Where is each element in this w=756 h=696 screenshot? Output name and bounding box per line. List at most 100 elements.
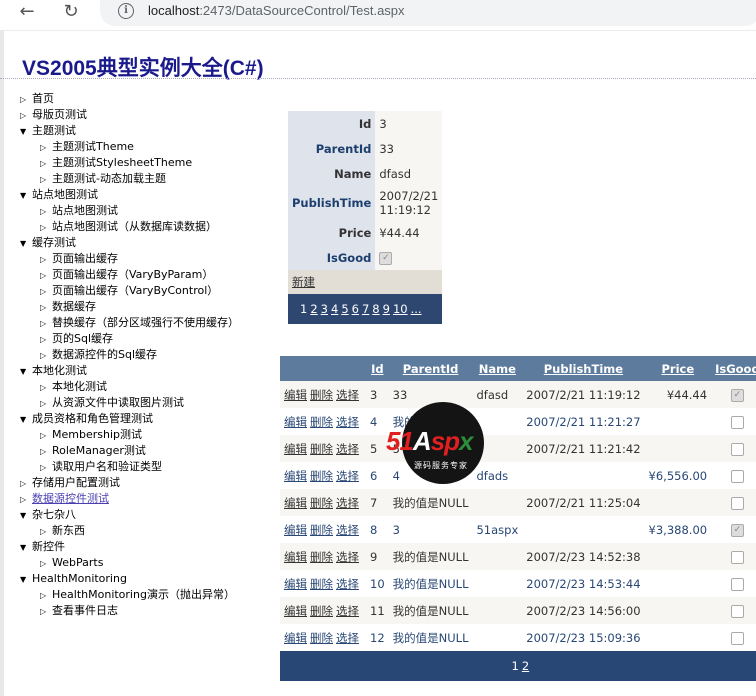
tree-node[interactable]: ▷ 页的Sql缓存 (40, 331, 113, 347)
tree-node[interactable]: ▼ 新控件 (20, 539, 65, 555)
tree-node[interactable]: ▷ 替换缓存（部分区域强行不使用缓存） (40, 315, 239, 331)
grid-header-sort-link[interactable]: PublishTime (522, 356, 645, 381)
pager-link[interactable]: ... (411, 302, 422, 316)
collapsed-triangle-icon[interactable]: ▷ (40, 524, 52, 540)
delete-link[interactable]: 删除 (310, 550, 333, 564)
tree-node[interactable]: ▷ 页面输出缓存 (40, 251, 118, 267)
tree-node[interactable]: ▼ 本地化测试 (20, 363, 87, 379)
tree-node[interactable]: ▷ 查看事件日志 (40, 603, 118, 619)
edit-link[interactable]: 编辑 (284, 388, 307, 402)
expanded-triangle-icon[interactable]: ▼ (20, 364, 32, 380)
collapsed-triangle-icon[interactable]: ▷ (40, 172, 52, 188)
edit-link[interactable]: 编辑 (284, 469, 307, 483)
collapsed-triangle-icon[interactable]: ▷ (40, 444, 52, 460)
tree-node-label[interactable]: 本地化测试 (32, 364, 87, 377)
new-link[interactable]: 新建 (292, 275, 315, 289)
edit-link[interactable]: 编辑 (284, 604, 307, 618)
tree-node-label[interactable]: 查看事件日志 (52, 604, 118, 617)
tree-node-label[interactable]: 数据源控件的Sql缓存 (52, 348, 157, 361)
delete-link[interactable]: 删除 (310, 523, 333, 537)
tree-node[interactable]: ▷ 主题测试-动态加载主题 (40, 171, 166, 187)
tree-node[interactable]: ▷ 数据源控件测试 (20, 491, 109, 507)
tree-node-label[interactable]: 主题测试StylesheetTheme (52, 156, 192, 169)
tree-node-label[interactable]: 缓存测试 (32, 236, 76, 249)
tree-node[interactable]: ▷ 主题测试StylesheetTheme (40, 155, 192, 171)
delete-link[interactable]: 删除 (310, 415, 333, 429)
select-link[interactable]: 选择 (336, 631, 359, 645)
tree-node-label[interactable]: WebParts (52, 556, 103, 569)
collapsed-triangle-icon[interactable]: ▷ (40, 268, 52, 284)
tree-node-label[interactable]: 母版页测试 (32, 108, 87, 121)
expanded-triangle-icon[interactable]: ▼ (20, 572, 32, 588)
select-link[interactable]: 选择 (336, 442, 359, 456)
collapsed-triangle-icon[interactable]: ▷ (40, 588, 52, 604)
collapsed-triangle-icon[interactable]: ▷ (40, 140, 52, 156)
edit-link[interactable]: 编辑 (284, 550, 307, 564)
tree-node-label[interactable]: 从资源文件中读取图片测试 (52, 396, 184, 409)
tree-node-label[interactable]: Membership测试 (52, 428, 142, 441)
collapsed-triangle-icon[interactable]: ▷ (40, 316, 52, 332)
tree-node[interactable]: ▷ 存储用户配置测试 (20, 475, 120, 491)
expanded-triangle-icon[interactable]: ▼ (20, 508, 32, 524)
select-link[interactable]: 选择 (336, 469, 359, 483)
expanded-triangle-icon[interactable]: ▼ (20, 412, 32, 428)
collapsed-triangle-icon[interactable]: ▷ (40, 252, 52, 268)
delete-link[interactable]: 删除 (310, 442, 333, 456)
select-link[interactable]: 选择 (336, 388, 359, 402)
delete-link[interactable]: 删除 (310, 577, 333, 591)
tree-node[interactable]: ▷ 站点地图测试 (40, 203, 118, 219)
collapsed-triangle-icon[interactable]: ▷ (20, 492, 32, 508)
tree-node-label[interactable]: 站点地图测试 (52, 204, 118, 217)
expanded-triangle-icon[interactable]: ▼ (20, 540, 32, 556)
collapsed-triangle-icon[interactable]: ▷ (40, 460, 52, 476)
site-info-icon[interactable]: i (118, 3, 134, 19)
tree-node[interactable]: ▷ 读取用户名和验证类型 (40, 459, 162, 475)
back-arrow-icon[interactable]: ← (16, 2, 38, 24)
select-link[interactable]: 选择 (336, 496, 359, 510)
grid-header-sort-link[interactable]: Name (472, 356, 523, 381)
tree-node[interactable]: ▷ 首页 (20, 91, 54, 107)
pager-link[interactable]: 4 (331, 302, 338, 316)
collapsed-triangle-icon[interactable]: ▷ (40, 220, 52, 236)
tree-node-label[interactable]: HealthMonitoring演示（抛出异常） (52, 588, 235, 601)
pager-link[interactable]: 3 (321, 302, 328, 316)
tree-node-label[interactable]: 站点地图测试 (32, 188, 98, 201)
grid-header-sort-link[interactable]: IsGood (711, 356, 756, 381)
collapsed-triangle-icon[interactable]: ▷ (40, 348, 52, 364)
pager-link[interactable]: 2 (522, 659, 529, 673)
edit-link[interactable]: 编辑 (284, 442, 307, 456)
pager-link[interactable]: 7 (362, 302, 369, 316)
collapsed-triangle-icon[interactable]: ▷ (40, 204, 52, 220)
tree-node-label[interactable]: 杂七杂八 (32, 508, 76, 521)
collapsed-triangle-icon[interactable]: ▷ (40, 604, 52, 620)
tree-node[interactable]: ▷ 站点地图测试（从数据库读数据） (40, 219, 217, 235)
select-link[interactable]: 选择 (336, 523, 359, 537)
collapsed-triangle-icon[interactable]: ▷ (40, 428, 52, 444)
tree-node[interactable]: ▷ 数据源控件的Sql缓存 (40, 347, 157, 363)
tree-node-label[interactable]: 本地化测试 (52, 380, 107, 393)
tree-node-label[interactable]: 新东西 (52, 524, 85, 537)
tree-node[interactable]: ▷ HealthMonitoring演示（抛出异常） (40, 587, 235, 603)
grid-header-sort-link[interactable]: ParentId (388, 356, 473, 381)
select-link[interactable]: 选择 (336, 415, 359, 429)
delete-link[interactable]: 删除 (310, 631, 333, 645)
tree-node[interactable]: ▷ 主题测试Theme (40, 139, 134, 155)
pager-link[interactable]: 10 (393, 302, 408, 316)
address-bar[interactable]: i localhost:2473/DataSourceControl/Test.… (100, 0, 756, 26)
tree-node-label[interactable]: 替换缓存（部分区域强行不使用缓存） (52, 316, 239, 329)
tree-node[interactable]: ▷ RoleManager测试 (40, 443, 146, 459)
pager-link[interactable]: 2 (310, 302, 317, 316)
edit-link[interactable]: 编辑 (284, 577, 307, 591)
edit-link[interactable]: 编辑 (284, 415, 307, 429)
tree-node-label[interactable]: 存储用户配置测试 (32, 476, 120, 489)
grid-header-sort-link[interactable]: Id (366, 356, 389, 381)
tree-node[interactable]: ▼ 杂七杂八 (20, 507, 76, 523)
tree-node[interactable]: ▼ 缓存测试 (20, 235, 76, 251)
delete-link[interactable]: 删除 (310, 604, 333, 618)
tree-node[interactable]: ▼ HealthMonitoring (20, 571, 127, 587)
tree-node[interactable]: ▷ 页面输出缓存（VaryByParam） (40, 267, 213, 283)
tree-node[interactable]: ▼ 站点地图测试 (20, 187, 98, 203)
delete-link[interactable]: 删除 (310, 469, 333, 483)
select-link[interactable]: 选择 (336, 604, 359, 618)
pager-link[interactable]: 8 (372, 302, 379, 316)
